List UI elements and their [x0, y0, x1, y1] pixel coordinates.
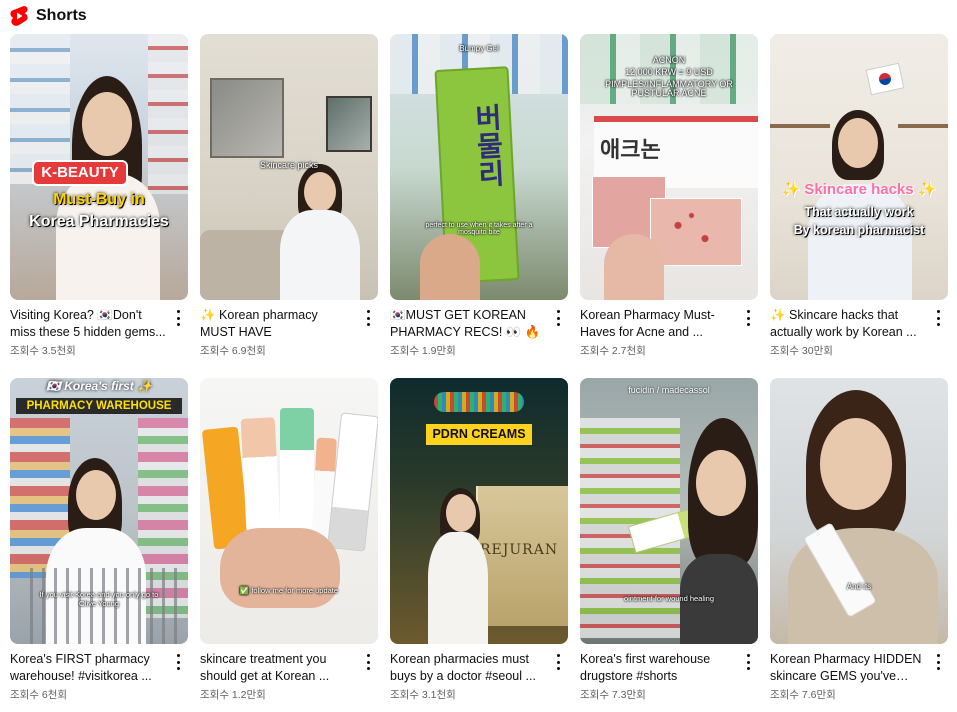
video-title[interactable]: Korea's first warehouse drugstore #short… [580, 651, 736, 685]
section-title: Shorts [36, 7, 87, 24]
shorts-card: fucidin / madecassol ointment for wound … [580, 378, 758, 702]
more-options-icon[interactable] [744, 654, 752, 670]
thumbnail-overlay-text: Korea Pharmacies [29, 213, 169, 230]
video-thumbnail[interactable]: 애크논 ACNON 12,000 KRW = 9 USD PIMPLES/INF… [580, 34, 758, 300]
shorts-card: Skincare picks ✨ Korean pharmacy MUST HA… [200, 34, 378, 358]
more-options-icon[interactable] [934, 310, 942, 326]
more-options-icon[interactable] [364, 310, 372, 326]
thumbnail-caption: ✅ follow me for more update [239, 586, 339, 595]
dna-icon [434, 392, 524, 412]
shorts-grid: K-BEAUTY Must-Buy in Korea Pharmacies Vi… [10, 34, 948, 702]
more-options-icon[interactable] [744, 310, 752, 326]
youtube-shorts-icon [10, 5, 28, 26]
thumbnail-overlay-text: 🇰🇷 Korea's first ✨ [45, 379, 153, 393]
view-count: 조회수 7.3만회 [580, 689, 646, 701]
thumbnail-caption: ointment for wound healing [623, 594, 715, 603]
product-label: 버물리 [469, 102, 508, 189]
shorts-card: Bumpy Gel 버물리 perfect to use when it tak… [390, 34, 568, 358]
thumbnail-caption: Bumpy Gel [459, 44, 499, 53]
thumbnail-overlay-text: By korean pharmacist [793, 223, 925, 237]
shorts-card: And its Korean Pharmacy HIDDEN skincare … [770, 378, 948, 702]
video-thumbnail[interactable]: PDRN CREAMS REJURAN [390, 378, 568, 644]
thumbnail-overlay-text: Must-Buy in [53, 191, 145, 208]
thumbnail-caption: Skincare picks [259, 160, 319, 170]
view-count: 조회수 3.1천회 [390, 689, 456, 701]
video-thumbnail[interactable]: Skincare picks [200, 34, 378, 300]
product-tube [280, 408, 314, 548]
video-title[interactable]: Visiting Korea? 🇰🇷Don't miss these 5 hid… [10, 307, 166, 341]
more-options-icon[interactable] [934, 654, 942, 670]
view-count: 조회수 6.9천회 [200, 345, 266, 357]
shorts-card: ✨ Skincare hacks ✨ That actually work By… [770, 34, 948, 358]
more-options-icon[interactable] [174, 654, 182, 670]
more-options-icon[interactable] [554, 654, 562, 670]
view-count: 조회수 30만회 [770, 345, 833, 357]
more-options-icon[interactable] [364, 654, 372, 670]
video-title[interactable]: Korean Pharmacy HIDDEN skincare GEMS you… [770, 651, 926, 685]
shorts-card: ✅ follow me for more update skincare tre… [200, 378, 378, 702]
view-count: 조회수 1.2만회 [200, 689, 266, 701]
thumbnail-overlay-text: PIMPLES/INFLAMMATORY OR PUSTULAR ACNE [605, 79, 733, 99]
thumbnail-caption: perfect to use when it takes after a mos… [425, 222, 533, 236]
view-count: 조회수 3.5천회 [10, 345, 76, 357]
thumbnail-overlay-text: ACNON [652, 55, 686, 65]
video-thumbnail[interactable]: And its [770, 378, 948, 644]
video-title[interactable]: ✨ Korean pharmacy MUST HAVE [200, 307, 356, 341]
shorts-card: PDRN CREAMS REJURAN Korean pharmacies mu… [390, 378, 568, 702]
more-options-icon[interactable] [174, 310, 182, 326]
video-title[interactable]: Korea's FIRST pharmacy warehouse! #visit… [10, 651, 166, 685]
video-title[interactable]: skincare treatment you should get at Kor… [200, 651, 356, 685]
thumbnail-overlay-text: PHARMACY WAREHOUSE [16, 398, 182, 415]
thumbnail-overlay-text: fucidin / madecassol [628, 385, 710, 395]
shorts-card: K-BEAUTY Must-Buy in Korea Pharmacies Vi… [10, 34, 188, 358]
thumbnail-badge: K-BEAUTY [32, 160, 128, 186]
video-thumbnail[interactable]: ✅ follow me for more update [200, 378, 378, 644]
video-thumbnail[interactable]: ✨ Skincare hacks ✨ That actually work By… [770, 34, 948, 300]
shorts-section-header: Shorts [10, 4, 87, 28]
product-label: REJURAN [480, 542, 559, 558]
view-count: 조회수 7.6만회 [770, 689, 836, 701]
video-title[interactable]: Korean Pharmacy Must-Haves for Acne and … [580, 307, 736, 341]
thumbnail-overlay-text: That actually work [804, 205, 914, 219]
thumbnail-overlay-text: 12,000 KRW = 9 USD [625, 67, 713, 77]
video-thumbnail[interactable]: K-BEAUTY Must-Buy in Korea Pharmacies [10, 34, 188, 300]
thumbnail-badge: PDRN CREAMS [426, 424, 532, 446]
video-thumbnail[interactable]: fucidin / madecassol ointment for wound … [580, 378, 758, 644]
video-title[interactable]: Korean pharmacies must buys by a doctor … [390, 651, 546, 685]
video-title[interactable]: 🇰🇷MUST GET KOREAN PHARMACY RECS! 👀 🔥 [390, 307, 546, 341]
shorts-card: 애크논 ACNON 12,000 KRW = 9 USD PIMPLES/INF… [580, 34, 758, 358]
view-count: 조회수 6천회 [10, 689, 68, 701]
thumbnail-caption: And its [846, 582, 872, 591]
wall-frame [326, 96, 372, 152]
thumbnail-caption: If you visit Korea and you only go to Ol… [39, 590, 159, 608]
more-options-icon[interactable] [554, 310, 562, 326]
view-count: 조회수 2.7천회 [580, 345, 646, 357]
video-title[interactable]: ✨ Skincare hacks that actually work by K… [770, 307, 926, 341]
product-label: 애크논 [600, 138, 661, 163]
view-count: 조회수 1.9만회 [390, 345, 456, 357]
wall-frame [210, 78, 284, 158]
video-thumbnail[interactable]: 🇰🇷 Korea's first ✨ PHARMACY WAREHOUSE If… [10, 378, 188, 644]
thumbnail-overlay-text: ✨ Skincare hacks ✨ [781, 181, 937, 198]
video-thumbnail[interactable]: Bumpy Gel 버물리 perfect to use when it tak… [390, 34, 568, 300]
shorts-card: 🇰🇷 Korea's first ✨ PHARMACY WAREHOUSE If… [10, 378, 188, 702]
